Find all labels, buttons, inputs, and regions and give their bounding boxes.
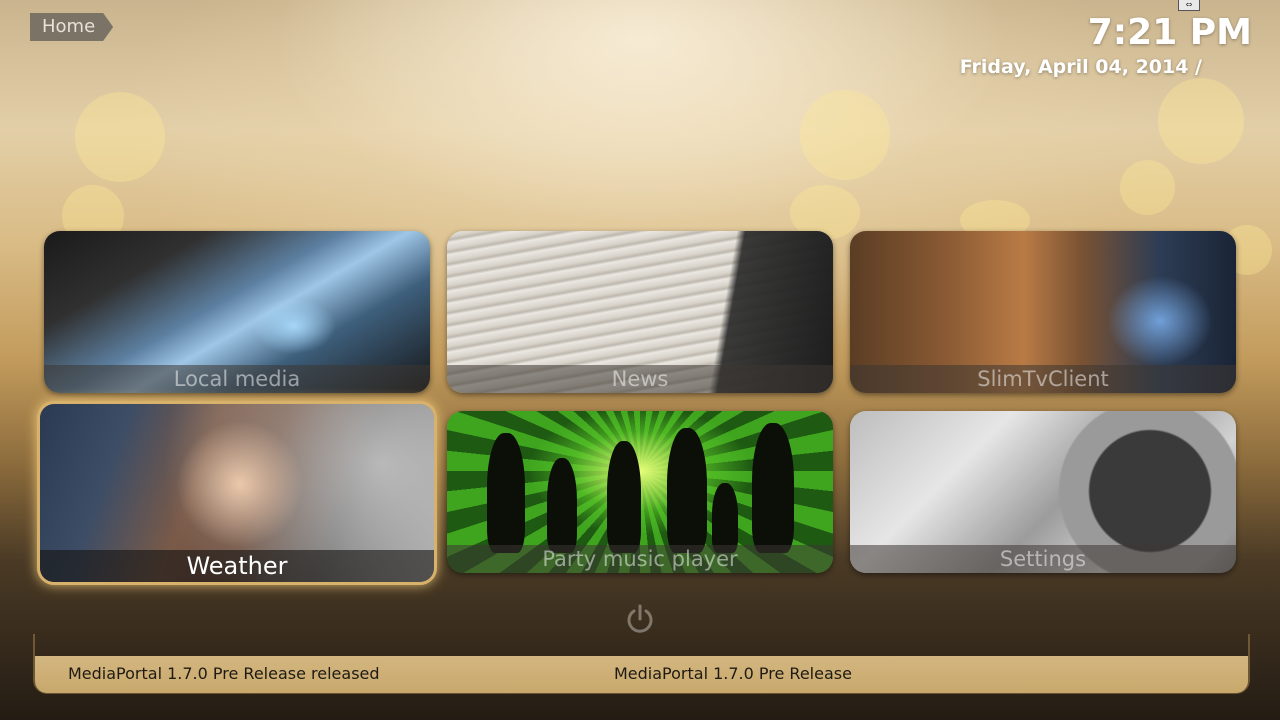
tile-label: News (447, 365, 833, 393)
clock-date: Friday, April 04, 2014 / (959, 56, 1202, 78)
breadcrumb-home[interactable]: Home (30, 13, 113, 41)
dancer-silhouette (607, 441, 641, 553)
tile-weather[interactable]: Weather (40, 404, 434, 582)
tile-party-music-player[interactable]: Party music player (447, 411, 833, 573)
tile-slimtvclient[interactable]: SlimTvClient (850, 231, 1236, 393)
tile-settings[interactable]: Settings (850, 411, 1236, 573)
dancer-silhouette (667, 428, 707, 553)
clock-time: 7:21 PM (1087, 12, 1252, 53)
news-ticker[interactable]: MediaPortal 1.7.0 Pre Release released (68, 664, 380, 683)
dancer-silhouette (547, 458, 577, 553)
power-icon[interactable] (624, 603, 656, 635)
tile-label: Weather (40, 550, 434, 582)
window-restore-icon[interactable]: ⇔ (1178, 0, 1200, 11)
dancer-silhouette (487, 433, 525, 553)
tile-label: Settings (850, 545, 1236, 573)
dancer-silhouette (752, 423, 794, 553)
dancer-silhouette (712, 483, 738, 553)
tile-label: Local media (44, 365, 430, 393)
news-title[interactable]: MediaPortal 1.7.0 Pre Release (614, 664, 852, 683)
tile-label: Party music player (447, 545, 833, 573)
tile-local-media[interactable]: Local media (44, 231, 430, 393)
tile-label: SlimTvClient (850, 365, 1236, 393)
bokeh-light (75, 92, 165, 182)
bokeh-light (1120, 160, 1175, 215)
bokeh-light (800, 90, 890, 180)
bokeh-light (1158, 78, 1244, 164)
tile-news[interactable]: News (447, 231, 833, 393)
